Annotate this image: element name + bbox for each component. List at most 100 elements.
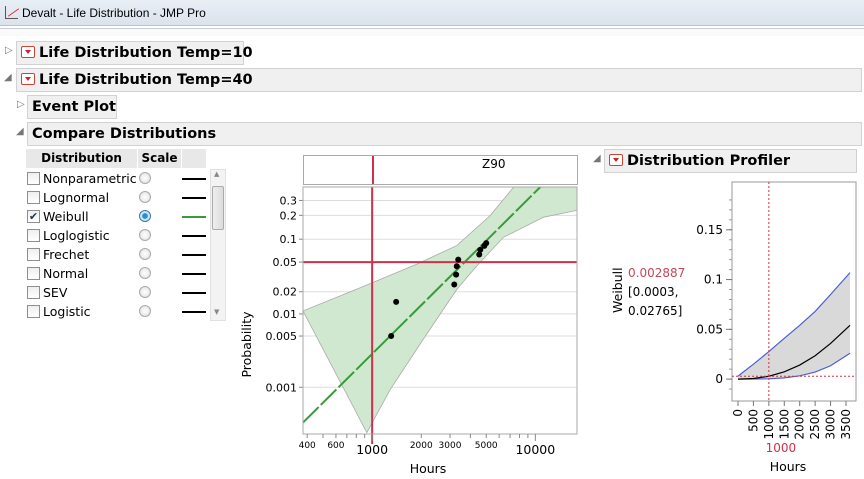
profiler-y-label: Weibull [610, 267, 625, 313]
distribution-row: Normal [26, 264, 208, 283]
scale-radio[interactable] [139, 210, 151, 222]
outline-distribution-profiler[interactable]: Distribution Profiler [604, 149, 857, 173]
list-scrollbar[interactable]: ▲ ▼ [210, 169, 226, 321]
distribution-label: SEV [43, 285, 68, 300]
scale-radio[interactable] [139, 248, 151, 260]
distribution-checkbox[interactable] [27, 248, 40, 261]
outline-temp10[interactable]: Life Distribution Temp=10 [16, 41, 253, 65]
line-style-swatch[interactable] [182, 254, 206, 256]
distribution-label: Loglogistic [43, 228, 110, 243]
distribution-row: ✔ Weibull [26, 207, 208, 226]
x-tick-label: 1000 [762, 409, 776, 440]
line-style-swatch[interactable] [182, 197, 206, 199]
x-tick-label: 500 [746, 409, 760, 432]
scroll-up-icon[interactable]: ▲ [214, 170, 219, 178]
outline-title: Event Plot [32, 99, 116, 115]
x-tick-label: 0 [731, 409, 745, 417]
y-axis-label: Probability [240, 311, 254, 378]
distribution-row: Frechet [26, 245, 208, 264]
distribution-checkbox[interactable] [27, 305, 40, 318]
data-point [453, 271, 460, 278]
data-point [483, 240, 490, 247]
distribution-row: SEV [26, 283, 208, 302]
scale-radio[interactable] [139, 172, 151, 184]
y-tick-label: 0.05 [696, 322, 723, 336]
red-triangle-menu-icon[interactable] [609, 154, 623, 166]
outline-compare-distributions[interactable]: Compare Distributions [27, 122, 862, 146]
red-triangle-menu-icon[interactable] [21, 73, 35, 85]
distribution-label: Logistic [43, 304, 91, 319]
outline-title: Compare Distributions [32, 126, 217, 142]
line-style-swatch[interactable] [182, 292, 206, 294]
outline-title: Life Distribution Temp=40 [39, 72, 253, 88]
outline-event-plot[interactable]: Event Plot [27, 95, 117, 119]
scale-radio[interactable] [139, 286, 151, 298]
x-tick-label: 2000 [793, 409, 807, 440]
distribution-profiler-plot[interactable]: 0.150.10.0500 500 1000 1500 2000 2500 3000 3500… [690, 175, 864, 479]
disclosure-open-icon[interactable]: ◢ [593, 153, 601, 164]
distribution-row: Nonparametric [26, 169, 208, 188]
disclosure-closed-icon[interactable]: ▷ [5, 45, 13, 56]
y-tick-label: 0.001 [266, 381, 298, 394]
line-style-swatch[interactable] [182, 311, 206, 313]
scale-radio[interactable] [139, 229, 151, 241]
x-tick-label-minor: 600 [327, 441, 344, 451]
column-header-scale: Scale [138, 149, 181, 168]
data-point [455, 256, 462, 263]
data-point [393, 298, 400, 305]
distribution-label: Frechet [43, 247, 90, 262]
profiler-current-value: 0.002887 [628, 266, 686, 280]
x-tick-label-minor: 3000 [439, 441, 462, 451]
outline-temp40[interactable]: Life Distribution Temp=40 [16, 68, 862, 92]
scale-radio[interactable] [139, 191, 151, 203]
jmp-app-icon [5, 6, 18, 19]
line-style-swatch[interactable] [182, 178, 206, 180]
life-probability-plot[interactable]: 0.3 0.2 0.1 0.05 0.02 0.01 0.005 0.001 400 600 200… [240, 185, 590, 479]
profiler-current-x: 1000 [766, 441, 797, 455]
distribution-label: Weibull [43, 209, 89, 224]
distribution-checkbox[interactable]: ✔ [27, 210, 40, 223]
column-header-line [182, 149, 206, 168]
line-style-swatch[interactable] [182, 273, 206, 275]
x-tick-label: 1500 [777, 409, 791, 440]
distribution-label: Normal [43, 266, 89, 281]
reference-line-x [372, 156, 374, 184]
distribution-checkbox[interactable] [27, 191, 40, 204]
distribution-checkbox[interactable] [27, 172, 40, 185]
distribution-checkbox[interactable] [27, 267, 40, 280]
line-style-swatch[interactable] [182, 216, 206, 218]
data-point [388, 333, 395, 340]
scale-radio[interactable] [139, 267, 151, 279]
x-tick-label-minor: 5000 [475, 441, 498, 451]
x-tick-label-minor: 400 [299, 441, 316, 451]
distribution-row: Loglogistic [26, 226, 208, 245]
y-tick-label: 0.005 [266, 330, 298, 343]
distribution-row: Logistic [26, 302, 208, 321]
y-tick-label: 0.1 [704, 273, 723, 287]
y-tick-label: 0 [715, 372, 723, 386]
line-style-swatch[interactable] [182, 235, 206, 237]
x-tick-label: 2500 [808, 409, 822, 440]
distribution-label: Lognormal [43, 190, 110, 205]
red-triangle-menu-icon[interactable] [21, 46, 35, 58]
y-tick-label: 0.01 [273, 308, 298, 321]
scale-radio[interactable] [139, 305, 151, 317]
x-tick-label-minor: 2000 [410, 441, 433, 451]
distribution-label: Nonparametric [43, 171, 137, 186]
distribution-checkbox[interactable] [27, 286, 40, 299]
x-axis-label: Hours [770, 459, 807, 474]
outline-title: Life Distribution Temp=10 [39, 45, 253, 61]
scrollbar-thumb[interactable] [212, 186, 224, 230]
disclosure-closed-icon[interactable]: ▷ [17, 99, 25, 110]
scroll-down-icon[interactable]: ▼ [214, 308, 219, 316]
disclosure-open-icon[interactable]: ◢ [16, 126, 24, 137]
distribution-row: Lognormal [26, 188, 208, 207]
y-tick-label: 0.1 [280, 233, 298, 246]
data-point [453, 263, 460, 270]
x-tick-label: 1000 [356, 442, 388, 457]
z90-text: Z90 [482, 157, 506, 171]
distribution-checkbox[interactable] [27, 229, 40, 242]
x-axis-label: Hours [410, 461, 447, 476]
window-title-bar: Devalt - Life Distribution - JMP Pro [0, 0, 864, 26]
disclosure-open-icon[interactable]: ◢ [4, 72, 12, 83]
